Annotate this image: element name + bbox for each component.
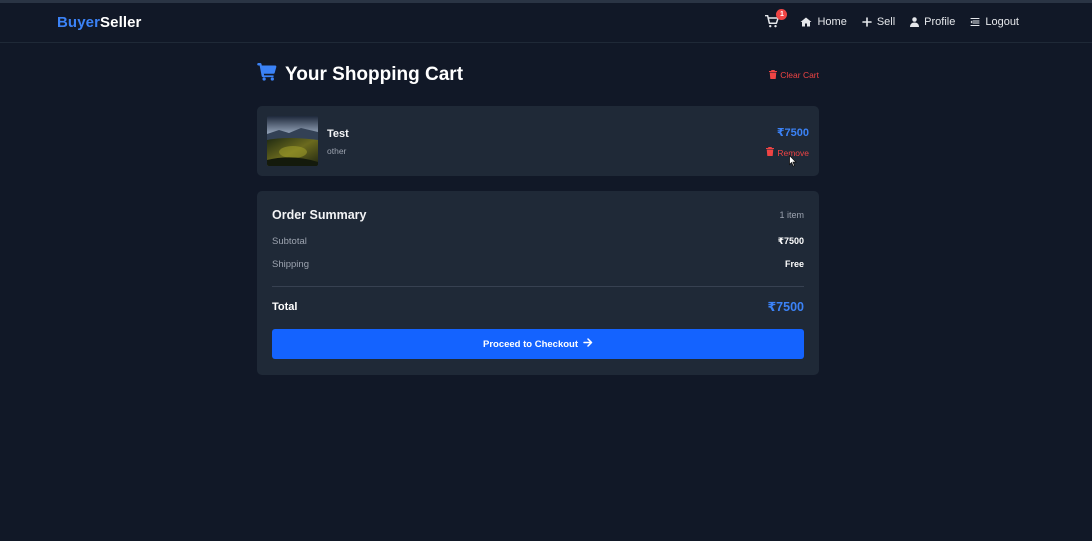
nav-sell-label: Sell: [876, 16, 896, 28]
cart-page: Your Shopping Cart Clear Cart Test other…: [257, 60, 819, 375]
order-summary: Order Summary 1 item Subtotal ₹7500 Ship…: [257, 191, 819, 375]
nav-home[interactable]: Home: [800, 16, 847, 28]
clear-cart-label: Clear Cart: [780, 70, 819, 80]
nav-logout-label: Logout: [985, 16, 1019, 28]
summary-divider: [272, 286, 804, 287]
logout-icon: [970, 17, 980, 27]
total-row: Total ₹7500: [272, 299, 804, 314]
subtotal-label: Subtotal: [272, 236, 307, 247]
navbar: BuyerSeller 1 Home Sell Profile Logout: [0, 3, 1092, 43]
product-category: other: [327, 146, 347, 156]
page-title-text: Your Shopping Cart: [285, 64, 464, 85]
shipping-value: Free: [784, 259, 804, 269]
cart-count-badge: 1: [776, 9, 788, 20]
nav-cart[interactable]: 1: [765, 9, 788, 29]
product-thumbnail[interactable]: [267, 116, 318, 166]
checkout-button-label: Proceed to Checkout: [482, 338, 579, 350]
user-icon: [910, 17, 920, 27]
nav-logout[interactable]: Logout: [970, 16, 1019, 28]
cart-header: Your Shopping Cart Clear Cart: [257, 60, 819, 90]
product-name[interactable]: Test: [327, 128, 349, 140]
remove-item-button[interactable]: Remove: [766, 147, 809, 158]
total-value: ₹7500: [767, 300, 804, 314]
arrow-right-icon: [583, 338, 593, 350]
home-icon: [800, 17, 812, 27]
trash-icon: [769, 69, 778, 81]
plus-icon: [862, 17, 872, 27]
clear-cart-button[interactable]: Clear Cart: [769, 69, 819, 81]
nav-profile[interactable]: Profile: [910, 16, 955, 28]
subtotal-value: ₹7500: [777, 236, 804, 246]
brand-logo[interactable]: BuyerSeller: [57, 14, 142, 31]
cart-icon: [257, 63, 277, 87]
order-summary-title: Order Summary: [272, 208, 367, 222]
shipping-label: Shipping: [272, 259, 309, 270]
item-count: 1 item: [779, 210, 804, 220]
page-title: Your Shopping Cart: [257, 63, 463, 87]
shipping-row: Shipping Free: [272, 259, 804, 270]
nav-links: 1 Home Sell Profile Logout: [765, 9, 1019, 29]
mouse-cursor-icon: [789, 154, 797, 172]
order-summary-header: Order Summary 1 item: [272, 208, 804, 222]
nav-home-label: Home: [817, 16, 847, 28]
cart-item: Test other ₹7500 Remove: [257, 106, 819, 176]
nav-sell[interactable]: Sell: [862, 16, 895, 28]
cart-icon: 1: [765, 9, 788, 29]
brand-part-seller: Seller: [100, 14, 142, 31]
product-price: ₹7500: [776, 127, 809, 139]
brand-part-buyer: Buyer: [57, 14, 101, 31]
proceed-to-checkout-button[interactable]: Proceed to Checkout: [272, 329, 804, 359]
total-label: Total: [272, 300, 298, 313]
subtotal-row: Subtotal ₹7500: [272, 236, 804, 247]
trash-icon: [766, 147, 775, 158]
nav-profile-label: Profile: [924, 16, 956, 28]
